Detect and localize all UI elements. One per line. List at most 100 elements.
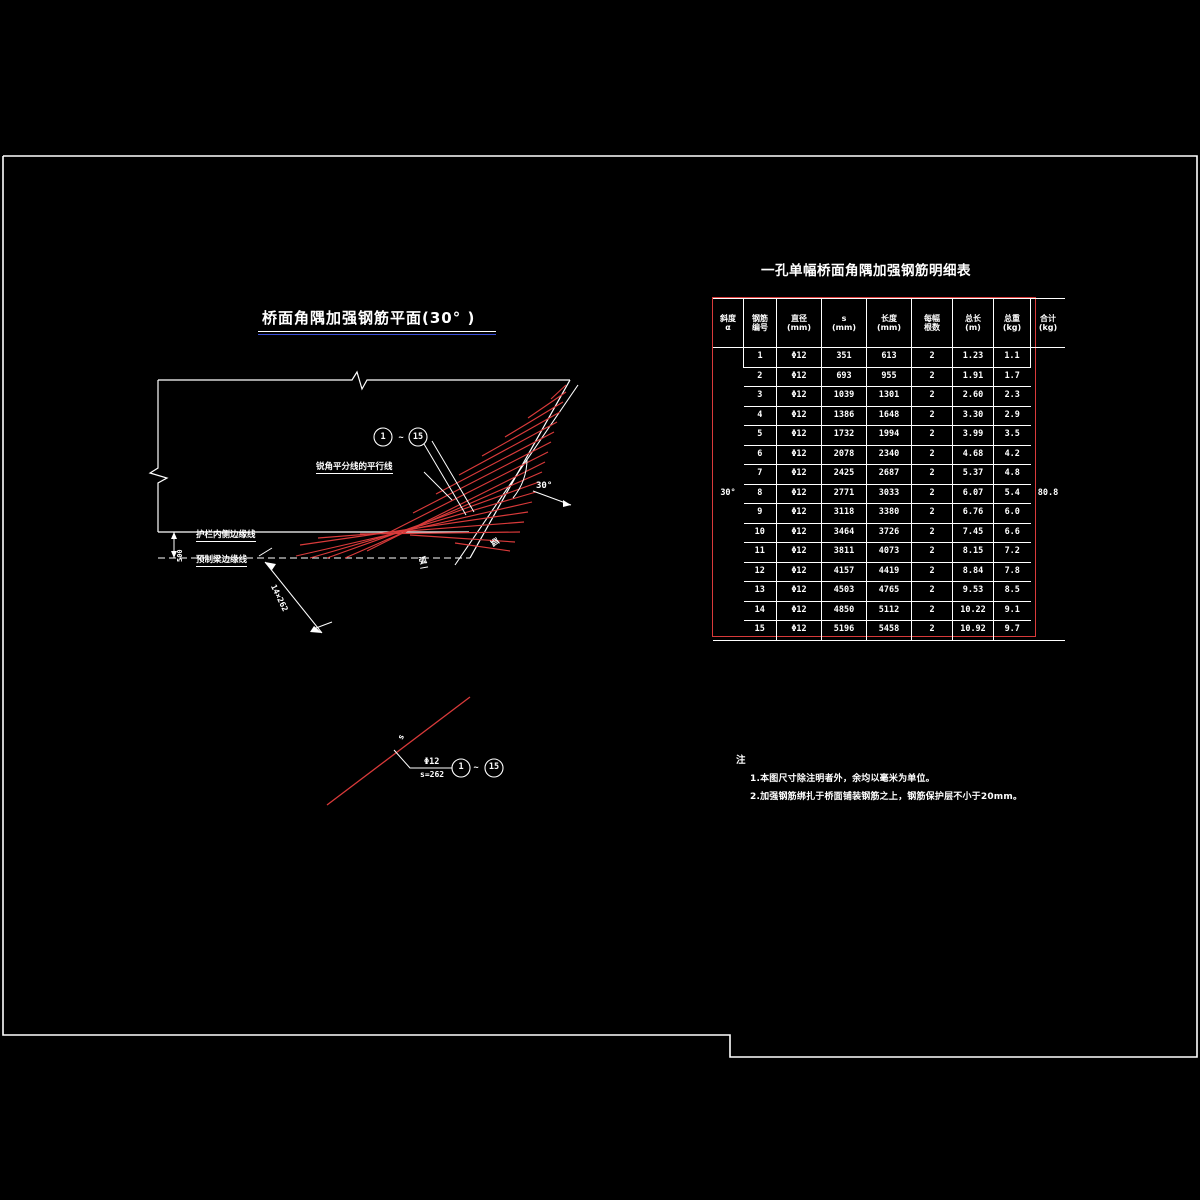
cell-total-weight: 2.3	[993, 386, 1031, 407]
cell-count: 2	[911, 542, 953, 563]
cell-total-weight: 1.1	[993, 347, 1031, 368]
cell-s: 693	[821, 366, 867, 387]
cell-count: 2	[911, 503, 953, 524]
table-row: 6 Φ12 2078 2340 2 4.68 4.2	[713, 444, 1065, 465]
cell-count: 2	[911, 347, 953, 368]
cell-length: 2687	[866, 464, 912, 485]
cell-total-length: 8.15	[952, 542, 994, 563]
cell-count: 2	[911, 444, 953, 465]
cell-total-length: 10.22	[952, 600, 994, 621]
cell-s: 2771	[821, 483, 867, 504]
cell-total-length: 4.68	[952, 444, 994, 465]
bubble-range-tilde: ~	[398, 433, 404, 443]
cell-s: 4850	[821, 600, 867, 621]
table-row: 14 Φ12 4850 5112 2 10.22 9.1	[713, 600, 1065, 621]
cell-count: 2	[911, 405, 953, 426]
label-bisector-parallel-line: 锐角平分线的平行线	[316, 462, 393, 474]
detail-bubble-first-label: 1	[458, 762, 464, 772]
table-row: 15 Φ12 5196 5458 2 10.92 9.7	[713, 620, 1065, 641]
cell-s: 3118	[821, 503, 867, 524]
cell-length: 1648	[866, 405, 912, 426]
cell-bar-number: 12	[743, 561, 777, 582]
cell-s: 4157	[821, 561, 867, 582]
cell-total-length: 7.45	[952, 522, 994, 543]
cell-total-weight: 6.0	[993, 503, 1031, 524]
cell-diameter: Φ12	[776, 600, 822, 621]
cell-length: 1301	[866, 386, 912, 407]
cell-bar-number: 11	[743, 542, 777, 563]
cell-bar-number: 8	[743, 483, 777, 504]
table-row: 7 Φ12 2425 2687 2 5.37 4.8	[713, 464, 1065, 485]
label-edge-note-1: 弧	[418, 554, 429, 569]
cell-bar-number: 6	[743, 444, 777, 465]
cell-bar-number: 9	[743, 503, 777, 524]
cell-diameter: Φ12	[776, 542, 822, 563]
cell-total-weight: 9.1	[993, 600, 1031, 621]
cell-bar-number: 4	[743, 405, 777, 426]
plan-title-underline-blue	[258, 334, 496, 335]
header-length: 长度 (mm)	[866, 298, 912, 348]
cell-bar-number: 5	[743, 425, 777, 446]
cell-count: 2	[911, 464, 953, 485]
cell-length: 5458	[866, 620, 912, 641]
annotation-layer: 桥面角隅加强钢筋平面(30° ) 锐角平分线的平行线 护栏内侧边缘线 预制梁边缘…	[0, 0, 1200, 1200]
cell-count: 2	[911, 561, 953, 582]
label-spacing-dimension: 14×262	[268, 583, 290, 613]
cell-length: 4419	[866, 561, 912, 582]
cell-total-weight: 7.8	[993, 561, 1031, 582]
cell-length: 1994	[866, 425, 912, 446]
detail-callout-s-mark: s	[396, 732, 407, 742]
table-row: 3 Φ12 1039 1301 2 2.60 2.3	[713, 386, 1065, 407]
plan-title: 桥面角隅加强钢筋平面(30° )	[262, 309, 476, 327]
cell-bar-number: 15	[743, 620, 777, 641]
cell-bar-number: 10	[743, 522, 777, 543]
cell-diameter: Φ12	[776, 366, 822, 387]
cell-total-weight: 3.5	[993, 425, 1031, 446]
cell-bar-number: 3	[743, 386, 777, 407]
cell-diameter: Φ12	[776, 405, 822, 426]
table-row: 2 Φ12 693 955 2 1.91 1.7	[713, 366, 1065, 387]
cell-total-weight: 2.9	[993, 405, 1031, 426]
cell-total-weight: 1.7	[993, 366, 1031, 387]
detail-bubble-range-tilde: ~	[473, 763, 479, 773]
cell-length: 4765	[866, 581, 912, 602]
label-skew-angle: 30°	[536, 481, 553, 491]
cell-s: 1039	[821, 386, 867, 407]
label-guardrail-inner-edge: 护栏内侧边缘线	[196, 530, 256, 542]
cell-diameter: Φ12	[776, 620, 822, 641]
cell-length: 2340	[866, 444, 912, 465]
cell-count: 2	[911, 483, 953, 504]
cell-total-length: 6.07	[952, 483, 994, 504]
header-s: s (mm)	[821, 298, 867, 348]
cell-diameter: Φ12	[776, 444, 822, 465]
cell-s: 3464	[821, 522, 867, 543]
cell-count: 2	[911, 522, 953, 543]
header-skew: 斜度 α	[713, 298, 744, 348]
cell-total-length: 2.60	[952, 386, 994, 407]
cell-count: 2	[911, 581, 953, 602]
header-diameter: 直径 (mm)	[776, 298, 822, 348]
cell-s: 4503	[821, 581, 867, 602]
cell-length: 3033	[866, 483, 912, 504]
cell-count: 2	[911, 600, 953, 621]
label-precast-beam-edge: 预制梁边缘线	[196, 555, 248, 567]
notes-block: 注 1.本图尺寸除注明者外，余均以毫米为单位。 2.加强钢筋绑扎于桥面铺装钢筋之…	[736, 752, 1156, 807]
cell-total-length: 3.30	[952, 405, 994, 426]
cell-total-length: 1.23	[952, 347, 994, 368]
cell-diameter: Φ12	[776, 464, 822, 485]
cell-total-length: 10.92	[952, 620, 994, 641]
cell-s: 2078	[821, 444, 867, 465]
cell-total-weight: 4.8	[993, 464, 1031, 485]
header-sum: 合计 (kg)	[1030, 298, 1065, 348]
cell-total-weight: 9.7	[993, 620, 1031, 641]
cell-s: 5196	[821, 620, 867, 641]
rebar-schedule-table: 斜度 α 钢筋 编号 直径 (mm) s (mm) 长度 (mm) 每幅 根数 …	[712, 297, 1065, 641]
cell-diameter: Φ12	[776, 561, 822, 582]
cell-diameter: Φ12	[776, 425, 822, 446]
cell-total-weight: 4.2	[993, 444, 1031, 465]
table-title: 一孔单幅桥面角隅加强钢筋明细表	[761, 263, 971, 279]
cell-total-length: 5.37	[952, 464, 994, 485]
header-total-weight: 总重 (kg)	[993, 298, 1031, 348]
cell-count: 2	[911, 366, 953, 387]
cell-skew-angle: 30°	[713, 347, 744, 641]
